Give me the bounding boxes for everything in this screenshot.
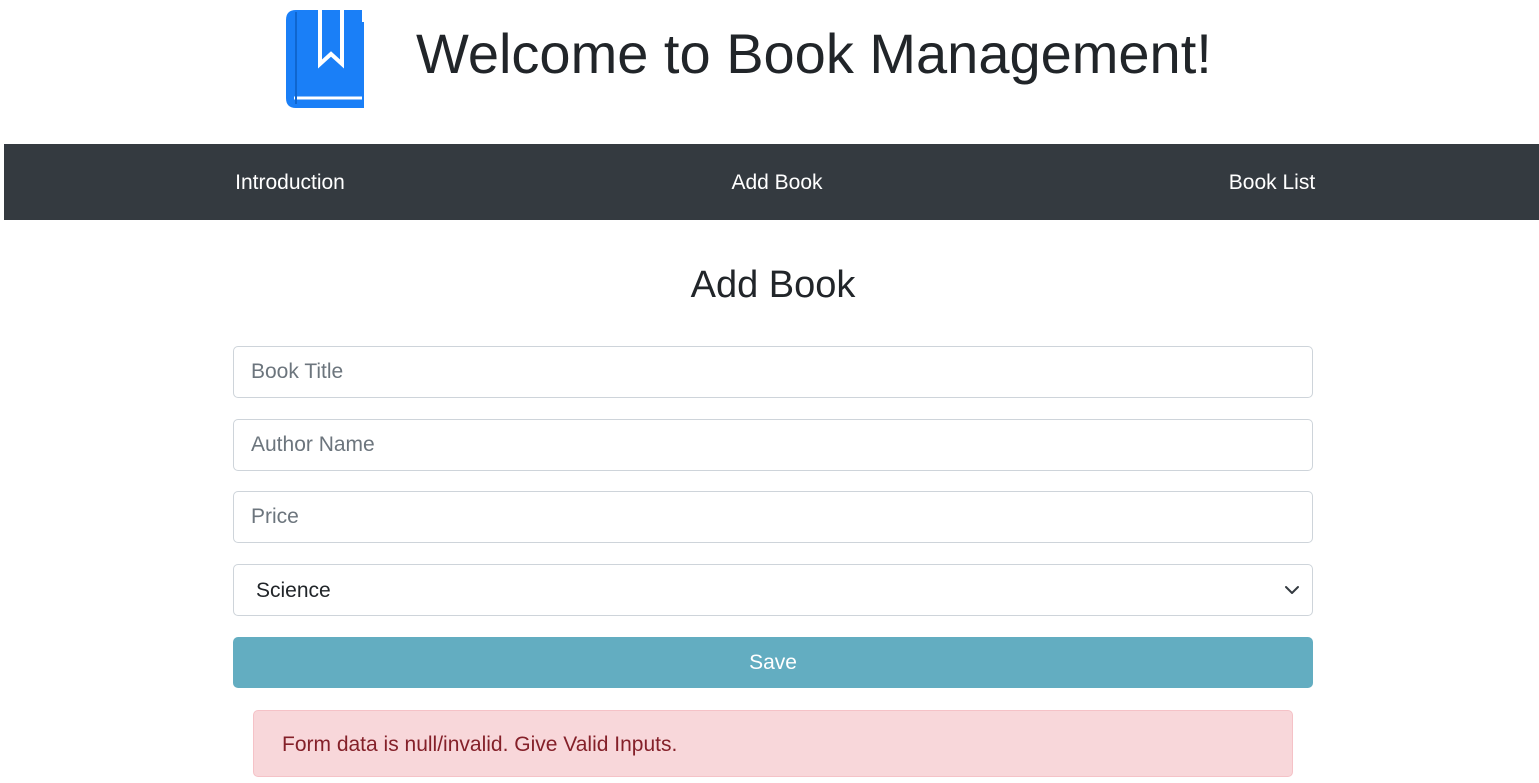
nav-link-introduction[interactable]: Introduction bbox=[235, 144, 345, 220]
save-button[interactable]: Save bbox=[233, 637, 1313, 688]
book-title-input[interactable] bbox=[233, 346, 1313, 398]
site-title: Welcome to Book Management! bbox=[416, 22, 1212, 85]
page-heading: Add Book bbox=[690, 264, 856, 306]
error-alert: Form data is null/invalid. Give Valid In… bbox=[253, 710, 1293, 777]
author-name-input[interactable] bbox=[233, 419, 1313, 471]
nav-link-book-list[interactable]: Book List bbox=[1229, 144, 1315, 220]
price-input[interactable] bbox=[233, 491, 1313, 543]
category-selected-value: Science bbox=[256, 579, 331, 602]
book-bookmark-icon bbox=[286, 10, 364, 108]
page-header: Welcome to Book Management! bbox=[0, 0, 1539, 144]
chevron-down-icon bbox=[1285, 586, 1299, 594]
category-select[interactable]: Science bbox=[233, 564, 1313, 616]
main-navbar: Introduction Add Book Book List bbox=[4, 144, 1539, 220]
nav-link-add-book[interactable]: Add Book bbox=[731, 144, 822, 220]
error-alert-message: Form data is null/invalid. Give Valid In… bbox=[282, 733, 678, 756]
